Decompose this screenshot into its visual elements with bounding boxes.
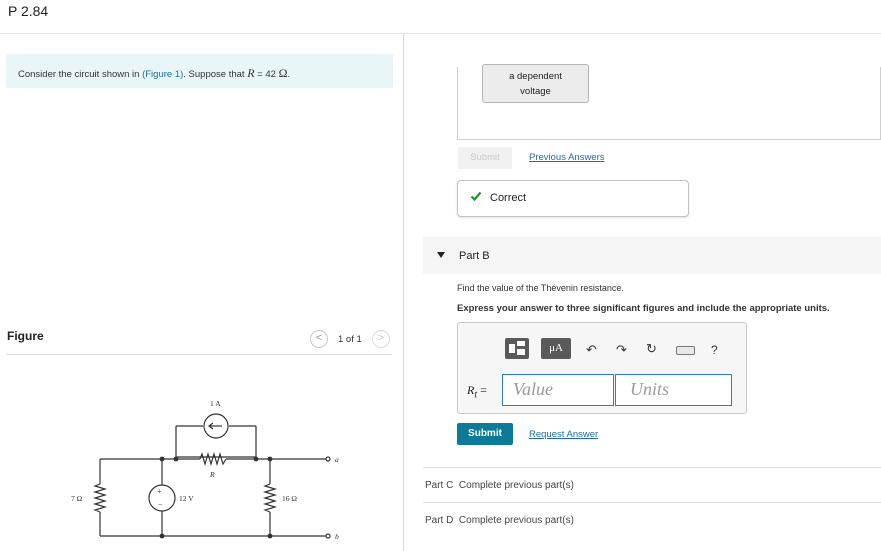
terminal-b-node <box>325 533 331 539</box>
resistor-7-ohm <box>92 483 108 513</box>
part-b-instruction: Express your answer to three significant… <box>457 303 830 314</box>
resistor-7-label: 7 Ω <box>71 494 83 503</box>
undo-icon[interactable]: ↶ <box>586 343 597 357</box>
voltage-minus-label: − <box>158 500 163 509</box>
units-button[interactable]: μA <box>541 338 571 359</box>
part-b-submit-button[interactable]: Submit <box>457 423 513 445</box>
current-source-label: 1 A <box>210 399 221 408</box>
terminal-a-label: a <box>335 455 339 464</box>
problem-equals: = 42 <box>254 69 279 80</box>
figure-divider <box>6 354 392 355</box>
value-input[interactable]: Value <box>502 374 614 406</box>
previous-figure-button[interactable]: < <box>310 330 328 348</box>
resistor-16-label: 16 Ω <box>282 494 297 503</box>
help-icon[interactable]: ? <box>711 343 718 357</box>
terminal-a-node <box>325 456 331 462</box>
problem-text-mid: . Suppose that <box>183 69 248 80</box>
part-d-divider <box>423 502 881 503</box>
circuit-diagram: 1 A R 7 Ω + − 12 V 16 Ω a b <box>71 399 339 541</box>
top-divider <box>0 33 881 34</box>
part-c-status: Complete previous part(s) <box>458 480 574 491</box>
selected-answer-line-1: a dependent <box>509 71 562 82</box>
reset-icon[interactable]: ↻ <box>646 342 657 356</box>
part-a-submit-button: Submit <box>458 147 512 169</box>
circuit-nodes <box>159 456 273 539</box>
part-d-row: Part D Complete previous part(s) <box>425 515 574 526</box>
part-b-header[interactable] <box>423 237 881 274</box>
thevenin-resistance-label: Rt = <box>467 383 487 400</box>
part-b-title[interactable]: Part B <box>459 250 490 262</box>
part-c-divider <box>423 467 881 468</box>
template-icon[interactable] <box>505 338 529 359</box>
figure-counter: 1 of 1 <box>338 334 362 345</box>
units-input[interactable]: Units <box>615 374 732 406</box>
figure-link[interactable]: (Figure 1) <box>142 69 183 80</box>
part-c-row: Part C Complete previous part(s) <box>425 480 574 491</box>
check-icon <box>470 191 482 202</box>
problem-variable: R <box>247 66 255 80</box>
resistor-r-label: R <box>209 470 215 479</box>
current-source <box>176 413 256 439</box>
figure-heading: Figure <box>7 329 44 343</box>
part-c-label: Part C <box>425 480 454 491</box>
previous-answers-link[interactable]: Previous Answers <box>529 152 605 163</box>
column-divider <box>403 34 404 551</box>
part-d-label: Part D <box>425 515 454 526</box>
voltage-plus-label: + <box>157 487 162 496</box>
resistor-16-ohm <box>262 483 278 513</box>
problem-end: . <box>287 69 291 80</box>
correct-feedback-text: Correct <box>490 192 527 204</box>
part-d-status: Complete previous part(s) <box>458 515 574 526</box>
problem-text-prefix: Consider the circuit shown in <box>18 69 143 80</box>
problem-statement: Consider the circuit shown in (Figure 1)… <box>6 54 393 88</box>
selected-answer-line-2: voltage <box>520 86 551 97</box>
circuit-wires <box>99 426 326 537</box>
selected-answer-option: a dependent voltage <box>482 64 589 103</box>
next-figure-button[interactable]: > <box>372 330 390 348</box>
resistor-r <box>199 451 227 467</box>
redo-icon[interactable]: ↷ <box>616 343 627 357</box>
problem-unit: Ω <box>278 66 288 80</box>
terminal-b-label: b <box>335 532 339 541</box>
voltage-source-label: 12 V <box>179 494 194 503</box>
keyboard-icon[interactable] <box>676 346 695 355</box>
request-answer-link[interactable]: Request Answer <box>529 429 598 440</box>
rt-equals: = <box>477 383 487 397</box>
part-b-question: Find the value of the Thévenin resistanc… <box>457 283 624 293</box>
page-title: P 2.84 <box>8 3 49 19</box>
caret-down-icon[interactable] <box>437 252 445 258</box>
